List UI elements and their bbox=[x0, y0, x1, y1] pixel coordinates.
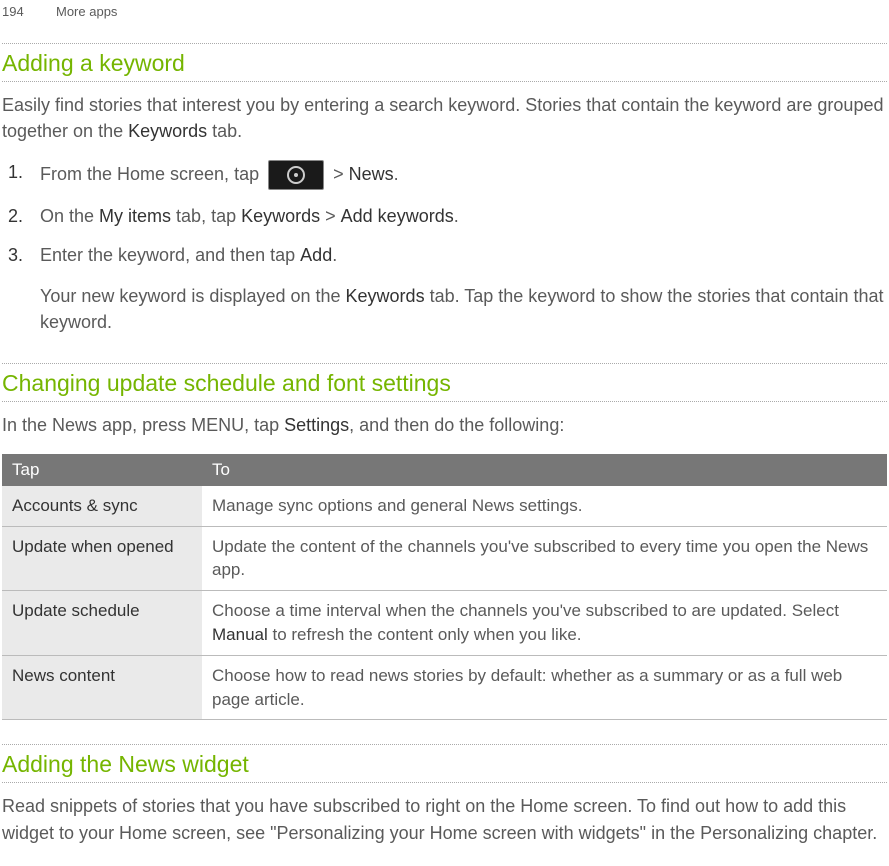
text: tab, tap bbox=[171, 206, 241, 226]
table-header-row: Tap To bbox=[2, 454, 887, 486]
step-3: 3. Enter the keyword, and then tap Add. bbox=[40, 243, 887, 268]
add-keywords-label: Add keywords bbox=[341, 206, 454, 226]
table-row: Update when opened Update the content of… bbox=[2, 526, 887, 591]
manual-label: Manual bbox=[212, 625, 268, 644]
col-to: To bbox=[202, 454, 887, 486]
table-row: Accounts & sync Manage sync options and … bbox=[2, 486, 887, 526]
cell-tap: News content bbox=[2, 655, 202, 720]
text: . bbox=[332, 245, 337, 265]
section-title-update-settings: Changing update schedule and font settin… bbox=[2, 364, 887, 401]
text: In the News app, press MENU, tap bbox=[2, 415, 284, 435]
text: , and then do the following: bbox=[349, 415, 564, 435]
widget-paragraph: Read snippets of stories that you have s… bbox=[2, 793, 887, 845]
separator bbox=[2, 782, 887, 783]
separator bbox=[2, 81, 887, 82]
text: From the Home screen, tap bbox=[40, 164, 264, 184]
text: On the bbox=[40, 206, 99, 226]
text: tab. bbox=[207, 121, 242, 141]
text: Enter the keyword, and then tap bbox=[40, 245, 300, 265]
step-2: 2. On the My items tab, tap Keywords > A… bbox=[40, 204, 887, 229]
section-title-news-widget: Adding the News widget bbox=[2, 745, 887, 782]
step-number: 1. bbox=[8, 160, 23, 185]
cell-tap: Update schedule bbox=[2, 591, 202, 656]
cell-tap: Update when opened bbox=[2, 526, 202, 591]
text: . bbox=[394, 164, 399, 184]
page-section: More apps bbox=[56, 4, 117, 19]
text: > bbox=[328, 164, 349, 184]
text: to refresh the content only when you lik… bbox=[268, 625, 582, 644]
apps-icon bbox=[268, 160, 324, 190]
step-number: 3. bbox=[8, 243, 23, 268]
table-row: Update schedule Choose a time interval w… bbox=[2, 591, 887, 656]
page-header: 194 More apps bbox=[2, 4, 887, 19]
separator bbox=[2, 401, 887, 402]
keywords-label: Keywords bbox=[241, 206, 320, 226]
cell-to: Choose how to read news stories by defau… bbox=[202, 655, 887, 720]
col-tap: Tap bbox=[2, 454, 202, 486]
cell-to: Choose a time interval when the channels… bbox=[202, 591, 887, 656]
intro-paragraph: Easily find stories that interest you by… bbox=[2, 92, 887, 144]
news-label: News bbox=[349, 164, 394, 184]
settings-table: Tap To Accounts & sync Manage sync optio… bbox=[2, 454, 887, 721]
text: Choose a time interval when the channels… bbox=[212, 601, 839, 620]
page-number: 194 bbox=[2, 4, 26, 19]
intro-paragraph: In the News app, press MENU, tap Setting… bbox=[2, 412, 887, 438]
add-label: Add bbox=[300, 245, 332, 265]
steps-list: 1. From the Home screen, tap > News. 2. … bbox=[2, 160, 887, 268]
text: . bbox=[454, 206, 459, 226]
settings-label: Settings bbox=[284, 415, 349, 435]
cell-tap: Accounts & sync bbox=[2, 486, 202, 526]
cell-to: Update the content of the channels you'v… bbox=[202, 526, 887, 591]
text: Your new keyword is displayed on the bbox=[40, 286, 346, 306]
keywords-label: Keywords bbox=[346, 286, 425, 306]
section-title-adding-keyword: Adding a keyword bbox=[2, 44, 887, 81]
keywords-label: Keywords bbox=[128, 121, 207, 141]
step-number: 2. bbox=[8, 204, 23, 229]
text: > bbox=[320, 206, 341, 226]
step-1: 1. From the Home screen, tap > News. bbox=[40, 160, 887, 190]
table-row: News content Choose how to read news sto… bbox=[2, 655, 887, 720]
my-items-label: My items bbox=[99, 206, 171, 226]
cell-to: Manage sync options and general News set… bbox=[202, 486, 887, 526]
result-paragraph: Your new keyword is displayed on the Key… bbox=[2, 283, 887, 335]
